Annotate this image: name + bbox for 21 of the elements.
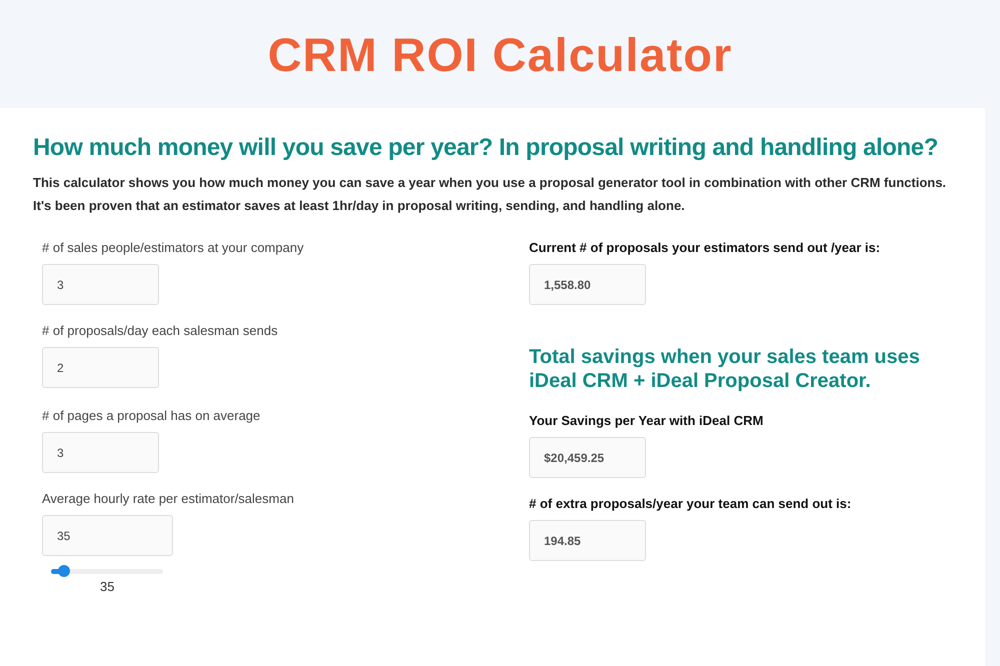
section-heading: How much money will you save per year? In proposal writing and handling alone? (33, 134, 939, 162)
result-label: Current # of proposals your estimators send out /year is: (529, 240, 880, 255)
page-title: CRM ROI Calculator (268, 26, 732, 82)
intro-text: This calculator shows you how much money you can save a year when you use a proposal generator tool in combination with other CRM functions. (33, 174, 948, 191)
savings-heading: Total savings when your sales team uses iDeal CRM + iDeal Proposal Creator. (529, 345, 921, 393)
input-field[interactable]: 35 (42, 515, 173, 556)
result-field[interactable]: 1,558.80 (529, 264, 646, 305)
field-label: # of sales people/estimators at your company (42, 240, 304, 255)
result-field[interactable]: 194.85 (529, 520, 646, 561)
result-label: Your Savings per Year with iDeal CRM (529, 413, 764, 428)
intro-text: It's been proven that an estimator saves at least 1hr/day in proposal writing, sending, and handling alone. (33, 197, 686, 214)
input-field[interactable]: 2 (42, 347, 159, 388)
field-label: # of proposals/day each salesman sends (42, 323, 278, 338)
field-label: # of pages a proposal has on average (42, 408, 260, 423)
input-field[interactable]: 3 (42, 264, 159, 305)
field-label: Average hourly rate per estimator/salesman (42, 491, 294, 506)
slider-value: 35 (100, 579, 114, 594)
result-label: # of extra proposals/year your team can send out is: (529, 496, 852, 511)
input-field[interactable]: 3 (42, 432, 159, 473)
result-field[interactable]: $20,459.25 (529, 437, 646, 478)
slider-handle[interactable] (58, 565, 70, 577)
